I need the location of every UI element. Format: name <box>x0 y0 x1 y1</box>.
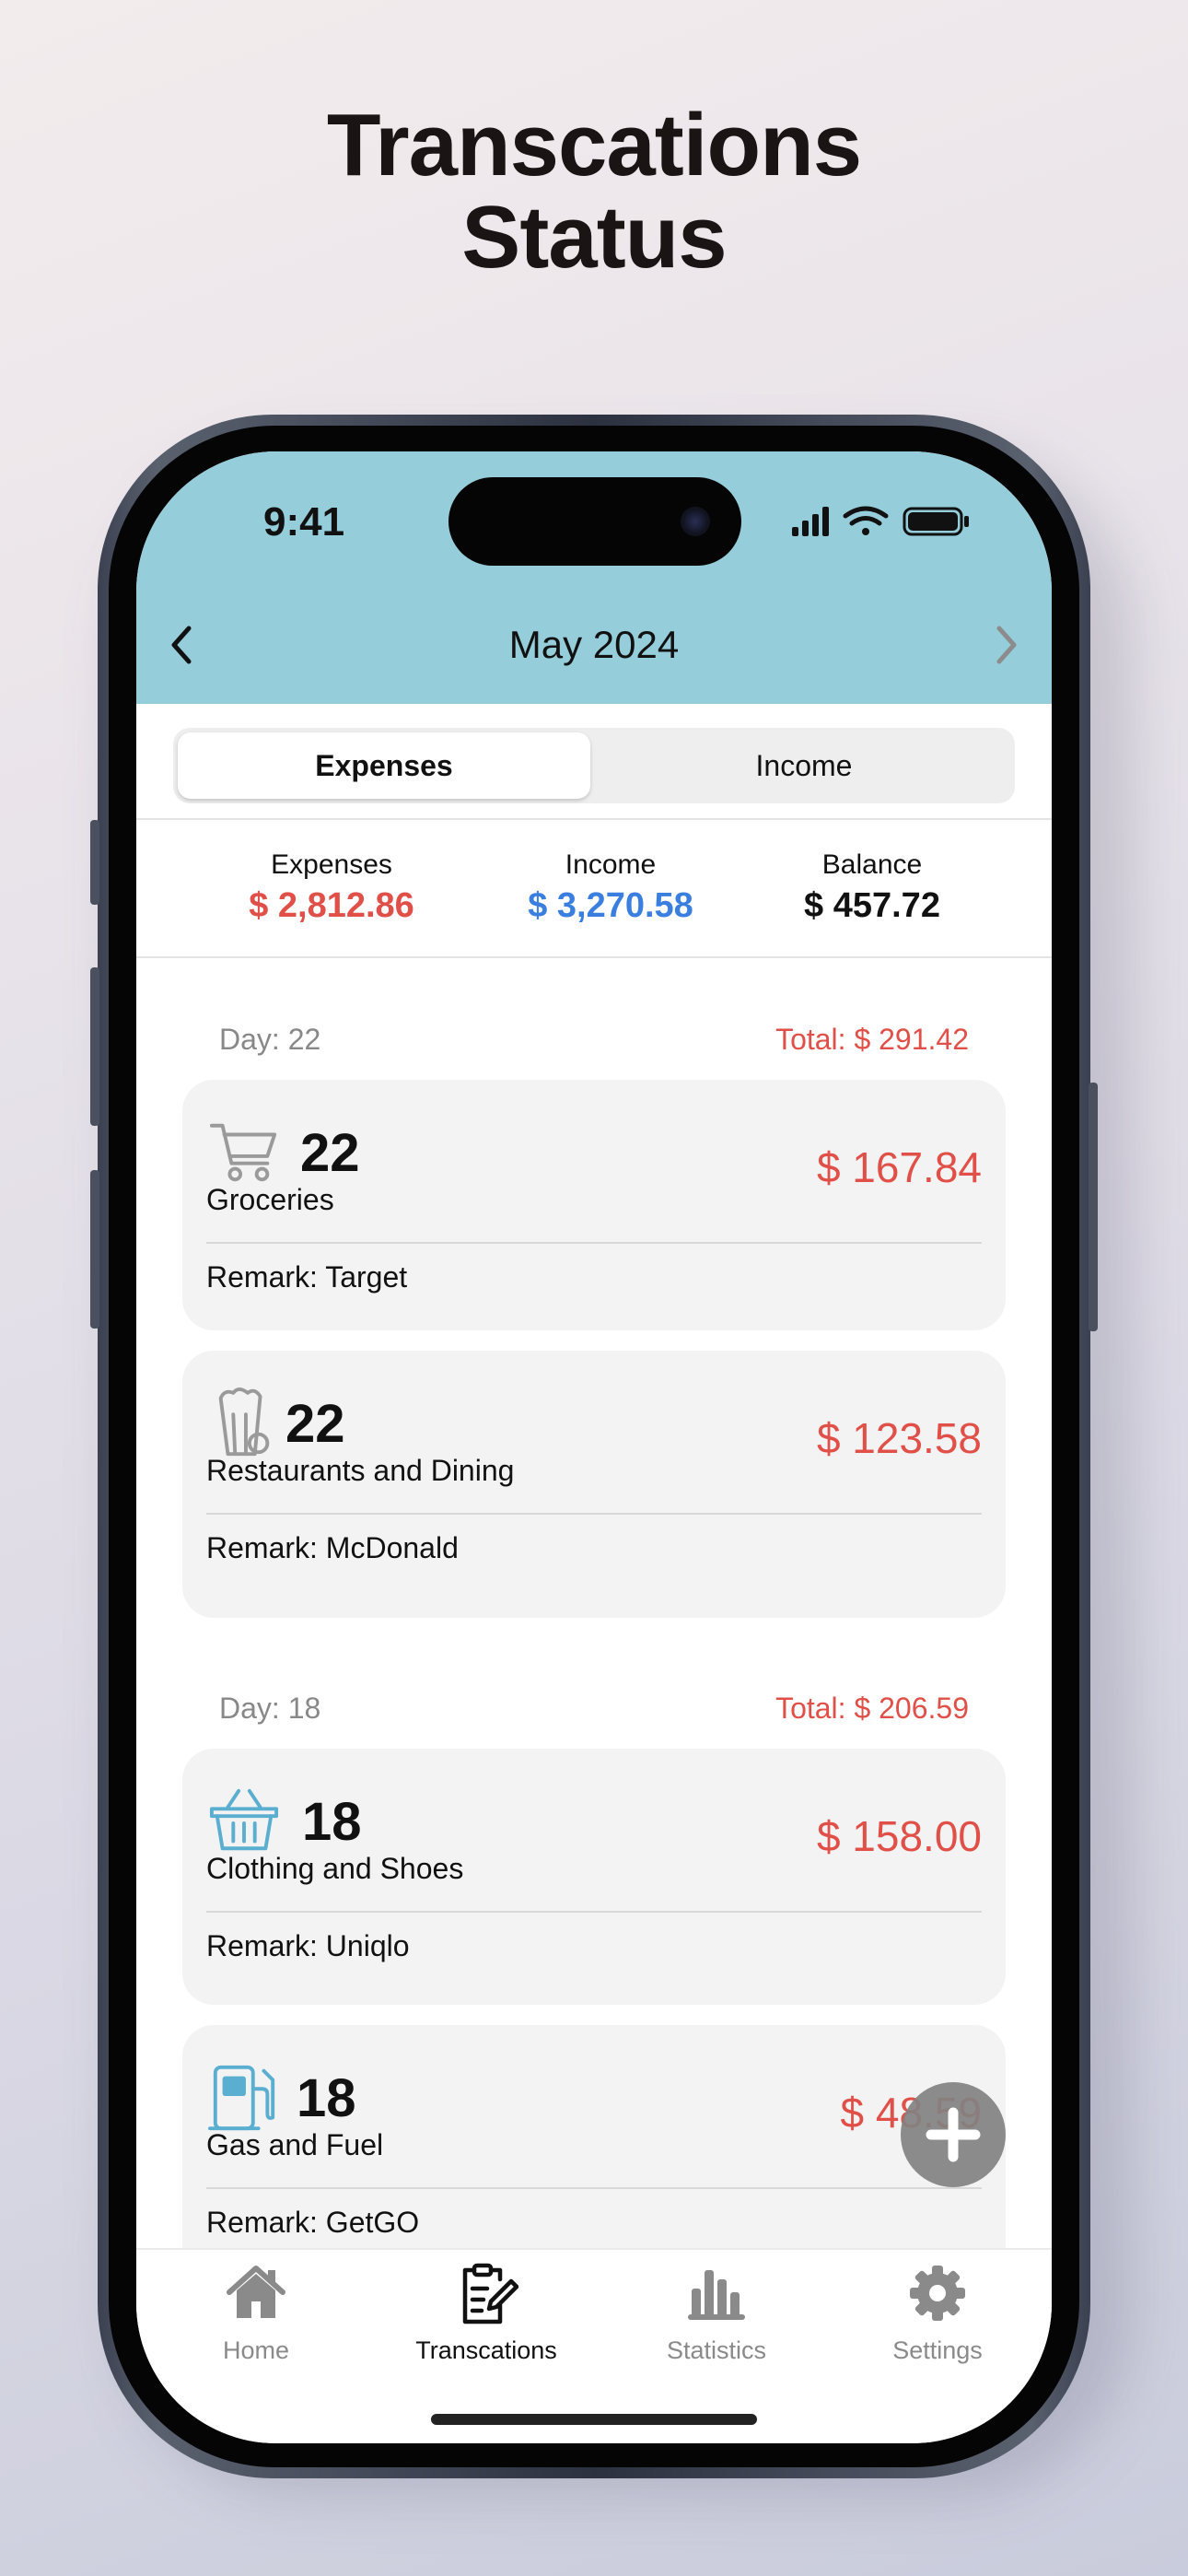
plus-icon <box>926 2107 981 2162</box>
summary-balance-label: Balance <box>821 849 923 880</box>
card-divider <box>206 1242 982 1244</box>
action-button <box>90 820 99 905</box>
card-divider <box>206 1911 982 1913</box>
divider <box>136 956 1052 958</box>
transaction-day: 22 <box>300 1123 360 1183</box>
day-group-header: Day: 18 Total: $ 206.59 <box>219 1692 969 1728</box>
month-title: May 2024 <box>508 623 680 666</box>
tab-settings-label: Settings <box>892 2336 983 2364</box>
gas-pump-icon <box>208 2065 275 2131</box>
transaction-category: Restaurants and Dining <box>206 1454 515 1487</box>
power-button <box>1089 1083 1098 1331</box>
tab-bar: Home Transcations Statistics Settings <box>136 2248 1052 2443</box>
camera-icon <box>681 507 710 536</box>
transaction-day: 22 <box>285 1394 345 1454</box>
status-icons <box>792 506 969 536</box>
tab-transcations-label: Transcations <box>415 2336 557 2364</box>
day-total: Total: $ 291.42 <box>775 1023 969 1056</box>
day-total: Total: $ 206.59 <box>775 1692 969 1725</box>
transaction-card[interactable]: 18 Clothing and Shoes $ 158.00 Remark: U… <box>182 1749 1006 2005</box>
summary-balance-value: $ 457.72 <box>804 886 940 925</box>
bar-chart-icon <box>688 2270 745 2320</box>
next-month-button[interactable] <box>978 617 1033 673</box>
day-label: Day: 22 <box>219 1023 321 1056</box>
dynamic-island <box>448 477 741 566</box>
card-divider <box>206 2187 982 2189</box>
shopping-cart-icon <box>209 1123 277 1182</box>
type-segmented-control: Expenses Income <box>173 728 1015 803</box>
transaction-remark: Remark: Uniqlo <box>206 1929 410 1962</box>
transaction-remark: Remark: Target <box>206 1260 408 1294</box>
segment-income[interactable]: Income <box>598 732 1010 799</box>
volume-up-button <box>90 967 99 1126</box>
summary-expenses-label: Expenses <box>271 849 392 880</box>
transaction-card[interactable]: 22 Restaurants and Dining $ 123.58 Remar… <box>182 1351 1006 1618</box>
transaction-category: Gas and Fuel <box>206 2128 384 2161</box>
tab-settings[interactable]: Settings <box>836 2261 1039 2371</box>
transaction-remark: Remark: McDonald <box>206 1531 459 1564</box>
divider <box>136 818 1052 820</box>
status-time: 9:41 <box>263 499 345 544</box>
segment-expenses[interactable]: Expenses <box>178 732 590 799</box>
promo-headline: Transcations Status <box>0 100 1188 284</box>
header-bar: 9:41 May 2024 <box>136 451 1052 704</box>
transaction-amount: $ 123.58 <box>816 1414 982 1462</box>
popcorn-icon <box>218 1388 270 1457</box>
wifi-icon <box>843 506 889 535</box>
home-indicator <box>431 2414 757 2425</box>
tab-home[interactable]: Home <box>155 2261 357 2371</box>
card-divider <box>206 1513 982 1515</box>
transaction-category: Clothing and Shoes <box>206 1852 464 1885</box>
summary-income-label: Income <box>565 849 657 880</box>
app-screen: 9:41 May 2024 Expenses Income Expenses $… <box>136 451 1052 2443</box>
house-icon <box>227 2266 285 2318</box>
transaction-card[interactable]: 22 Groceries $ 167.84 Remark: Target <box>182 1080 1006 1330</box>
signal-icon <box>792 507 829 536</box>
summary-expenses: Expenses $ 2,812.86 <box>193 849 470 926</box>
transaction-amount: $ 158.00 <box>816 1812 982 1860</box>
headline-line-1: Transcations <box>326 96 862 194</box>
transaction-day: 18 <box>297 2068 356 2128</box>
basket-icon <box>209 1788 279 1851</box>
month-nav: May 2024 <box>136 617 1052 673</box>
day-group-header: Day: 22 Total: $ 291.42 <box>219 1023 969 1060</box>
tab-transcations[interactable]: Transcations <box>385 2261 588 2371</box>
summary-income: Income $ 3,270.58 <box>472 849 749 926</box>
summary-expenses-value: $ 2,812.86 <box>249 886 414 925</box>
summary-balance: Balance $ 457.72 <box>734 849 1010 926</box>
tab-home-label: Home <box>222 2336 290 2364</box>
battery-icon <box>903 507 969 536</box>
day-label: Day: 18 <box>219 1692 321 1725</box>
clipboard-edit-icon <box>462 2263 518 2324</box>
gear-icon <box>910 2266 965 2321</box>
add-transaction-button[interactable] <box>901 2082 1006 2187</box>
tab-statistics[interactable]: Statistics <box>615 2261 818 2371</box>
transaction-remark: Remark: GetGO <box>206 2206 420 2239</box>
transaction-category: Groceries <box>206 1183 334 1216</box>
transaction-amount: $ 167.84 <box>816 1143 982 1191</box>
chevron-right-icon <box>996 626 1017 664</box>
tab-statistics-label: Statistics <box>666 2336 767 2364</box>
headline-line-2: Status <box>461 188 727 287</box>
volume-down-button <box>90 1170 99 1329</box>
summary-income-value: $ 3,270.58 <box>528 886 693 925</box>
transaction-day: 18 <box>302 1792 362 1852</box>
